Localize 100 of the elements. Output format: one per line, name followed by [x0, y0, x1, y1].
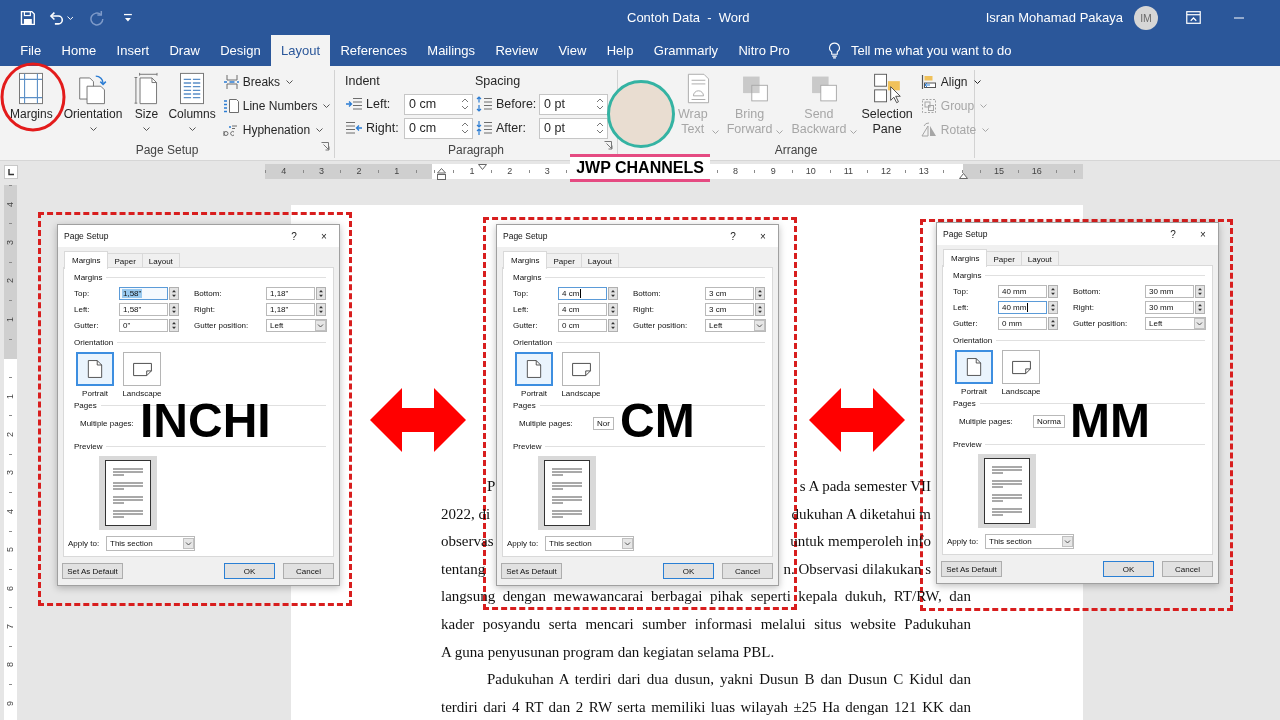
dialog-tab[interactable]: Margins [503, 251, 548, 269]
align-button[interactable]: Align [918, 70, 992, 94]
dropdown-field[interactable]: This section [106, 536, 195, 551]
set-default-button[interactable]: Set As Default [941, 561, 1002, 577]
hyphenation-button[interactable]: Hyphenation [220, 118, 333, 142]
spin-field[interactable]: 30 mm [1145, 301, 1194, 314]
spin-arrows-icon[interactable] [596, 96, 604, 112]
spin-field[interactable]: 0 pt [539, 117, 608, 139]
ribbon-tab[interactable]: Mailings [417, 35, 486, 66]
orientation-button[interactable]: Orientation [61, 70, 125, 131]
spin-field[interactable]: 0" [119, 319, 168, 332]
lightbulb-icon[interactable] [827, 42, 841, 59]
spin-arrows-icon[interactable] [755, 287, 765, 300]
help-button[interactable]: ? [718, 225, 748, 247]
avatar[interactable]: IM [1134, 5, 1158, 30]
help-button[interactable]: ? [279, 225, 309, 247]
spin-field[interactable]: 0 cm [404, 117, 473, 139]
ribbon-tab[interactable]: Design [210, 35, 271, 66]
ribbon-display-options-icon[interactable] [1186, 11, 1201, 24]
spin-field[interactable]: 40 mm [998, 301, 1047, 314]
spin-arrows-icon[interactable] [316, 303, 326, 316]
spin-field[interactable]: 40 mm [998, 285, 1047, 298]
dialog-launcher-icon[interactable] [321, 142, 330, 151]
dropdown-field[interactable]: Left [266, 319, 327, 332]
spin-field[interactable]: 0 cm [404, 93, 473, 115]
spin-arrows-icon[interactable] [461, 96, 469, 112]
cancel-button[interactable]: Cancel [722, 563, 773, 579]
tell-me-field[interactable]: Tell me what you want to do [850, 35, 1041, 66]
ribbon-tab[interactable]: Draw [159, 35, 210, 66]
spin-arrows-icon[interactable] [1195, 285, 1205, 298]
line-numbers-button[interactable]: Line Numbers [220, 94, 333, 118]
ribbon-tab[interactable]: View [548, 35, 597, 66]
close-button[interactable]: × [1188, 223, 1218, 245]
spin-arrows-icon[interactable] [1195, 301, 1205, 314]
spin-field[interactable]: 0 mm [998, 317, 1047, 330]
cancel-button[interactable]: Cancel [283, 563, 334, 579]
customize-icon[interactable] [123, 12, 133, 23]
spin-arrows-icon[interactable] [596, 120, 604, 136]
orientation-option[interactable] [123, 352, 161, 386]
hanging-indent-icon[interactable] [437, 168, 446, 180]
spin-field[interactable]: 1,18" [266, 287, 315, 300]
first-line-indent-icon[interactable] [478, 164, 487, 170]
dropdown-field[interactable]: This section [545, 536, 634, 551]
orientation-option[interactable] [515, 352, 553, 386]
orientation-option[interactable] [76, 352, 114, 386]
dropdown-field[interactable]: This section [985, 534, 1074, 549]
orientation-option[interactable] [955, 350, 993, 384]
right-indent-icon[interactable] [959, 173, 968, 179]
ribbon-tab[interactable]: Home [51, 35, 107, 66]
ribbon-tab[interactable]: References [330, 35, 418, 66]
dialog-tab[interactable]: Margins [943, 249, 988, 267]
ribbon-tab[interactable]: File [10, 35, 52, 66]
ribbon-tab[interactable]: Help [596, 35, 644, 66]
dropdown-field[interactable]: Left [1145, 317, 1206, 330]
spin-arrows-icon[interactable] [608, 287, 618, 300]
spin-field[interactable]: 1,18" [266, 303, 315, 316]
spin-field[interactable]: 1,58" [119, 287, 168, 300]
spin-arrows-icon[interactable] [169, 319, 179, 332]
spin-arrows-icon[interactable] [1048, 317, 1058, 330]
dialog-tab[interactable]: Margins [64, 251, 109, 269]
set-default-button[interactable]: Set As Default [62, 563, 123, 579]
spin-field[interactable]: 3 cm [705, 287, 754, 300]
ok-button[interactable]: OK [1103, 561, 1154, 577]
orientation-option[interactable] [562, 352, 600, 386]
ok-button[interactable]: OK [224, 563, 275, 579]
dropdown-field[interactable]: Left [705, 319, 766, 332]
spin-arrows-icon[interactable] [608, 303, 618, 316]
ribbon-tab[interactable]: Review [485, 35, 549, 66]
spin-field[interactable]: 4 cm [558, 303, 607, 316]
spin-arrows-icon[interactable] [608, 319, 618, 332]
size-button[interactable]: Size [128, 70, 165, 131]
undo-icon[interactable] [47, 9, 64, 26]
spin-field[interactable]: 0 pt [539, 93, 608, 115]
columns-button[interactable]: Columns [166, 70, 218, 131]
tab-stop-icon[interactable] [4, 164, 18, 179]
spin-field[interactable]: 1,58" [119, 303, 168, 316]
breaks-button[interactable]: Breaks [220, 70, 333, 94]
spin-arrows-icon[interactable] [169, 303, 179, 316]
selection-pane-button[interactable]: Selection Pane [859, 70, 915, 137]
spin-field[interactable]: 30 mm [1145, 285, 1194, 298]
spin-field[interactable]: 3 cm [705, 303, 754, 316]
save-icon[interactable] [20, 9, 36, 26]
spin-field[interactable]: 4 cm [558, 287, 607, 300]
spin-arrows-icon[interactable] [169, 287, 179, 300]
help-button[interactable]: ? [1158, 223, 1188, 245]
dropdown-field[interactable]: Norma [1033, 415, 1065, 428]
dropdown-field[interactable]: Nor [593, 417, 614, 430]
ribbon-tab[interactable]: Grammarly [643, 35, 729, 66]
spin-arrows-icon[interactable] [461, 120, 469, 136]
minimize-icon[interactable] [1234, 16, 1244, 19]
dialog-launcher-icon[interactable] [604, 141, 613, 150]
spin-arrows-icon[interactable] [755, 303, 765, 316]
close-button[interactable]: × [748, 225, 778, 247]
close-button[interactable]: × [309, 225, 339, 247]
orientation-option[interactable] [1002, 350, 1040, 384]
ribbon-tab[interactable]: Insert [106, 35, 160, 66]
set-default-button[interactable]: Set As Default [501, 563, 562, 579]
ribbon-tab[interactable]: Layout [270, 35, 331, 66]
spin-arrows-icon[interactable] [316, 287, 326, 300]
ribbon-tab[interactable]: Nitro Pro [728, 35, 800, 66]
